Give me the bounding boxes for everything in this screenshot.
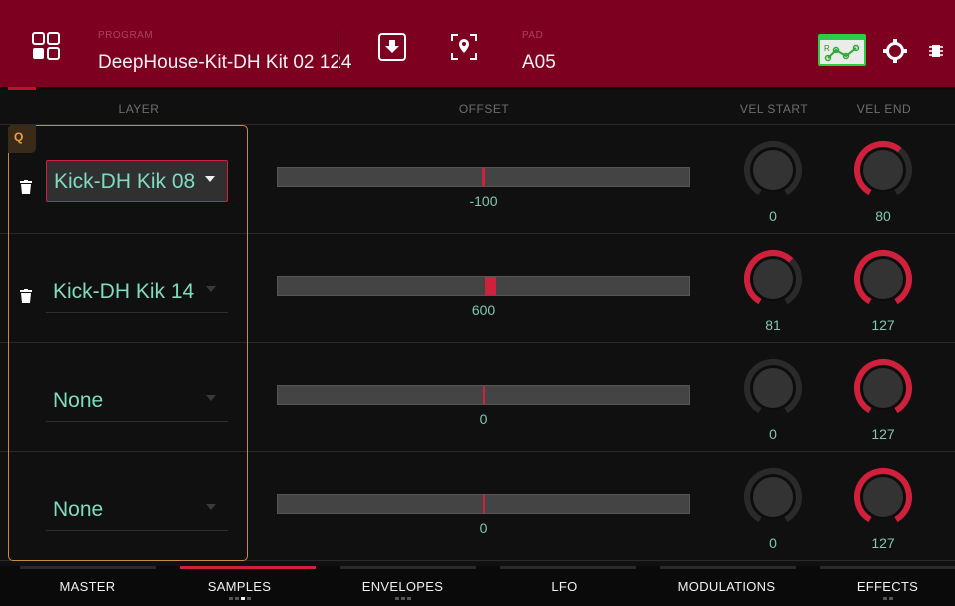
- header-divider: [338, 30, 339, 74]
- program-label: PROGRAM: [98, 30, 154, 41]
- layer-3-offset-slider[interactable]: [277, 385, 690, 405]
- page-dots: [800, 597, 955, 600]
- save-download-icon[interactable]: [378, 33, 406, 61]
- tab-indicator: [660, 566, 796, 569]
- layer-1-vel-end-value: 80: [875, 208, 891, 224]
- layer-3-sample-select[interactable]: None: [46, 380, 228, 422]
- tab-indicator: [180, 566, 316, 569]
- tab-label: EFFECTS: [856, 579, 919, 594]
- chip-icon[interactable]: [929, 43, 943, 59]
- column-header-vel-end: VEL END: [856, 102, 912, 116]
- layer-2-offset-value: 600: [471, 302, 496, 318]
- layer-4-vel-end-value: 127: [871, 535, 895, 551]
- chevron-down-icon: [206, 395, 216, 401]
- sample-name: Kick-DH Kik 08: [54, 170, 196, 193]
- sample-name: Kick-DH Kik 14: [53, 280, 195, 303]
- chevron-down-icon: [206, 286, 216, 292]
- slider-thumb[interactable]: [483, 495, 485, 513]
- layer-1-vel-start-knob[interactable]: [743, 140, 803, 200]
- layer-4-sample-select[interactable]: None: [46, 489, 228, 531]
- layer-3-vel-start-value: 0: [769, 426, 777, 442]
- tab-label: LFO: [551, 579, 578, 594]
- layer-1-offset-value: -100: [469, 193, 498, 209]
- tab-master[interactable]: MASTER: [0, 566, 160, 606]
- header-accent: [8, 87, 36, 90]
- layer-4-offset-slider[interactable]: [277, 494, 690, 514]
- layer-2-vel-end-knob[interactable]: [853, 249, 913, 309]
- layer-3-vel-end-knob[interactable]: [853, 358, 913, 418]
- grid-menu-icon[interactable]: [32, 32, 60, 60]
- gear-icon[interactable]: [883, 39, 907, 63]
- pad-value[interactable]: A05: [522, 52, 556, 74]
- layer-2-vel-end-value: 127: [871, 317, 895, 333]
- column-header-offset: OFFSET: [458, 102, 510, 116]
- chevron-down-icon: [206, 504, 216, 510]
- column-header-vel-start: VEL START: [739, 102, 809, 116]
- svg-text:R: R: [824, 44, 830, 53]
- layer-2-vel-start-value: 81: [765, 317, 781, 333]
- header-underline: [0, 87, 955, 90]
- tab-lfo[interactable]: LFO: [480, 566, 640, 606]
- page-dots: [315, 597, 490, 600]
- automation-icon: R: [824, 44, 860, 62]
- slider-thumb[interactable]: [483, 386, 485, 404]
- page-dots: [152, 597, 327, 600]
- layer-1-vel-start-value: 0: [769, 208, 777, 224]
- tab-label: MODULATIONS: [677, 579, 776, 594]
- layer-4-vel-start-value: 0: [769, 535, 777, 551]
- layer-4-offset-value: 0: [479, 520, 488, 536]
- tab-label: MASTER: [59, 579, 116, 594]
- tab-indicator: [820, 566, 955, 569]
- layer-3-vel-start-knob[interactable]: [743, 358, 803, 418]
- tab-effects[interactable]: EFFECTS: [800, 566, 955, 606]
- tab-indicator: [20, 566, 156, 569]
- tab-envelopes[interactable]: ENVELOPES: [320, 566, 480, 606]
- tab-label: ENVELOPES: [361, 579, 444, 594]
- program-name[interactable]: DeepHouse-Kit-DH Kit 02 124: [98, 52, 351, 74]
- automation-button[interactable]: R: [818, 34, 866, 66]
- q-link-badge: Q: [8, 125, 36, 153]
- header-bar: PROGRAM DeepHouse-Kit-DH Kit 02 124 PAD …: [0, 0, 955, 90]
- slider-thumb[interactable]: [485, 277, 496, 295]
- chevron-down-icon: [205, 176, 215, 182]
- layer-2-vel-start-knob[interactable]: [743, 249, 803, 309]
- tab-indicator: [500, 566, 636, 569]
- layer-3-offset-value: 0: [479, 411, 488, 427]
- layer-3-vel-end-value: 127: [871, 426, 895, 442]
- layer-1-vel-end-knob[interactable]: [853, 140, 913, 200]
- layer-2-offset-slider[interactable]: [277, 276, 690, 296]
- sample-name: None: [53, 389, 104, 412]
- column-header-layer: LAYER: [118, 102, 160, 116]
- tab-modulations[interactable]: MODULATIONS: [640, 566, 800, 606]
- pad-label: PAD: [522, 30, 544, 41]
- tab-samples[interactable]: SAMPLES: [160, 566, 320, 606]
- layer-1-offset-slider[interactable]: [277, 167, 690, 187]
- layer-4-vel-end-knob[interactable]: [853, 467, 913, 527]
- trash-icon[interactable]: [20, 289, 32, 303]
- trash-icon[interactable]: [20, 180, 32, 194]
- layer-4-vel-start-knob[interactable]: [743, 467, 803, 527]
- tab-indicator: [340, 566, 476, 569]
- tab-label: SAMPLES: [207, 579, 272, 594]
- locate-pad-icon[interactable]: [450, 33, 478, 61]
- sample-name: None: [53, 498, 104, 521]
- slider-thumb[interactable]: [482, 168, 485, 186]
- layer-2-sample-select[interactable]: Kick-DH Kik 14: [46, 271, 228, 313]
- layer-1-sample-select[interactable]: Kick-DH Kik 08: [46, 160, 228, 202]
